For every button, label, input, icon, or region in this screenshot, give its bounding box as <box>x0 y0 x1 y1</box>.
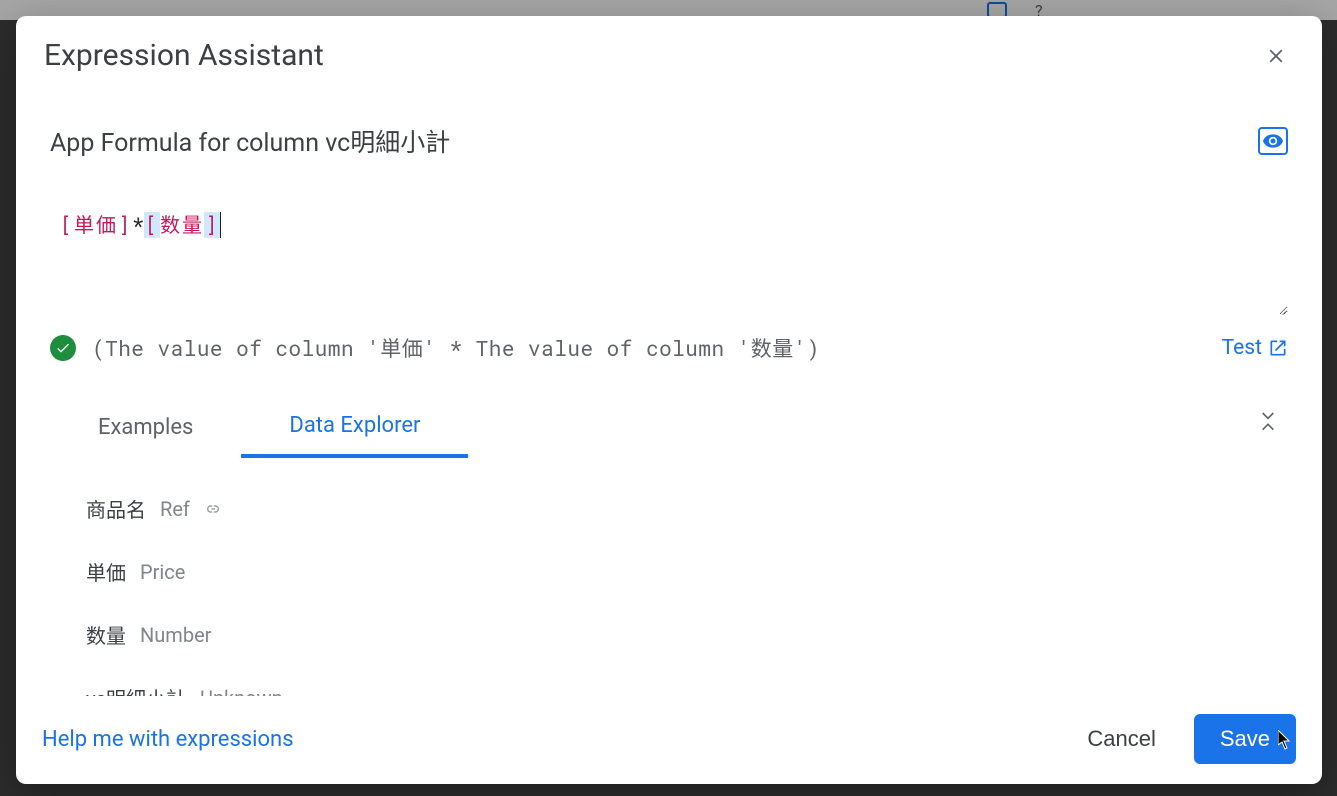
tabs-row: Examples Data Explorer <box>50 401 1288 458</box>
data-explorer-list: 商品名 Ref 単価 Price 数量 Number vc明細小計 Unknow… <box>50 494 1288 696</box>
column-name: 単価 <box>86 557 126 586</box>
cancel-button[interactable]: Cancel <box>1069 714 1173 764</box>
column-name: 数量 <box>86 620 126 649</box>
modal-footer: Help me with expressions Cancel Save <box>16 696 1322 784</box>
close-button[interactable] <box>1262 42 1290 70</box>
help-link[interactable]: Help me with expressions <box>42 727 294 752</box>
validation-row: (The value of column '単価' * The value of… <box>50 333 1288 363</box>
expression-editor[interactable]: [単価]*[数量] <box>50 203 1288 315</box>
tab-examples[interactable]: Examples <box>50 403 241 456</box>
token-bracket-open-2: [ <box>144 212 160 238</box>
eye-icon <box>1263 134 1283 148</box>
explorer-item[interactable]: 数量 Number <box>86 620 1288 649</box>
chevron-up-icon <box>1260 422 1276 432</box>
token-bracket-close-2: ] <box>204 212 221 238</box>
test-link[interactable]: Test <box>1222 336 1288 360</box>
explorer-item[interactable]: 商品名 Ref <box>86 494 1288 523</box>
collapse-panel-button[interactable] <box>1256 407 1280 437</box>
resize-handle[interactable] <box>1274 301 1286 313</box>
footer-actions: Cancel Save <box>1069 714 1296 764</box>
column-type: Ref <box>160 497 190 521</box>
chevron-down-icon <box>1260 412 1276 422</box>
validation-message: (The value of column '単価' * The value of… <box>92 333 1206 363</box>
column-type: Unknown <box>200 686 283 697</box>
token-column-1: 単価 <box>74 212 118 238</box>
check-icon <box>55 340 71 356</box>
formula-subtitle: App Formula for column vc明細小計 <box>50 123 450 159</box>
subtitle-row: App Formula for column vc明細小計 <box>50 123 1288 159</box>
column-type: Number <box>140 623 211 647</box>
modal-body: App Formula for column vc明細小計 [単価]*[数量] … <box>16 81 1322 696</box>
test-label: Test <box>1222 336 1262 360</box>
modal-header: Expression Assistant <box>16 16 1322 81</box>
modal-title: Expression Assistant <box>44 38 324 73</box>
close-icon <box>1265 45 1287 67</box>
validation-success-icon <box>50 335 76 361</box>
open-external-icon <box>1268 338 1288 358</box>
tab-data-explorer[interactable]: Data Explorer <box>241 401 468 458</box>
token-operator: * <box>132 212 144 238</box>
token-column-2: 数量 <box>160 212 204 238</box>
save-button[interactable]: Save <box>1194 714 1296 764</box>
token-bracket-close: ] <box>118 212 132 238</box>
token-bracket-open: [ <box>60 212 74 238</box>
column-type: Price <box>140 560 185 584</box>
expression-assistant-modal: Expression Assistant App Formula for col… <box>16 16 1322 784</box>
explorer-item[interactable]: vc明細小計 Unknown <box>86 683 1288 696</box>
column-name: 商品名 <box>86 494 146 523</box>
link-icon <box>204 500 222 518</box>
column-name: vc明細小計 <box>86 683 186 696</box>
preview-toggle-button[interactable] <box>1258 127 1288 155</box>
explorer-item[interactable]: 単価 Price <box>86 557 1288 586</box>
